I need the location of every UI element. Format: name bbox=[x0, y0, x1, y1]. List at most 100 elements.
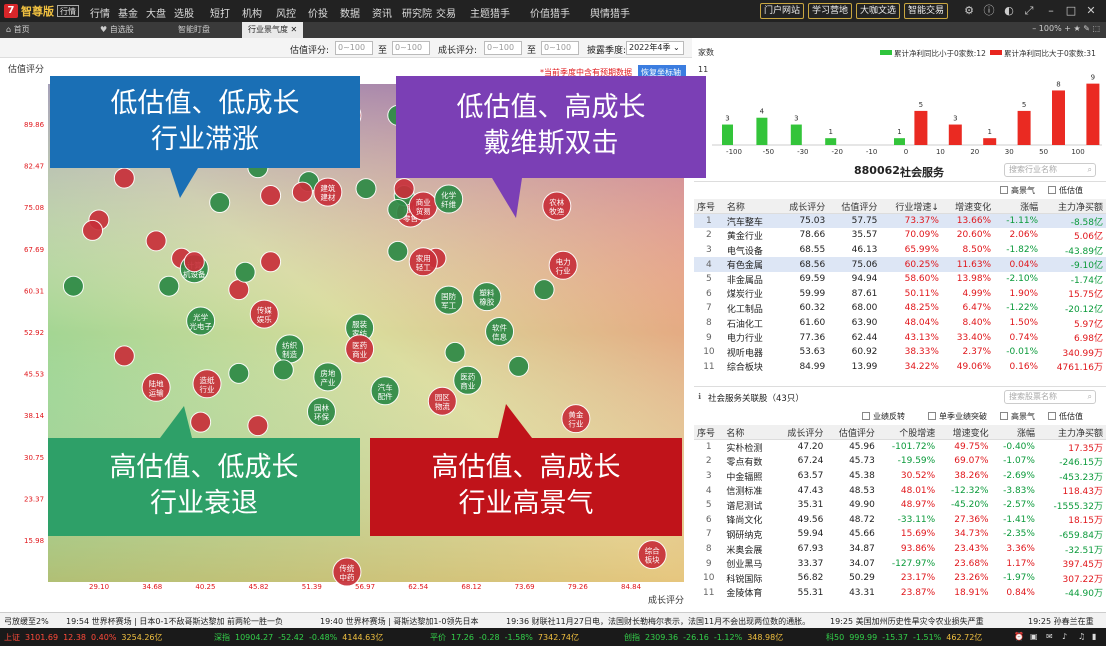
table-row[interactable]: 3 中金辐照 63.57 45.38 30.52% 38.26% -2.69% -453.23… bbox=[694, 469, 1106, 484]
tab-industry-boom[interactable]: 行业景气度 ✕ bbox=[242, 22, 304, 38]
news-ticker[interactable]: 弓放缓至2% 19:54 世界杯赛场 | 日本0-1不敌哥斯达黎加 前两轮一胜一… bbox=[0, 612, 1106, 628]
signal-icon[interactable]: ▮ bbox=[1092, 632, 1096, 641]
column-header[interactable]: 增速变化 bbox=[941, 199, 995, 215]
bubble-circle[interactable] bbox=[145, 230, 167, 252]
season-select[interactable]: 2022年4季 ⌄ bbox=[626, 41, 684, 55]
bubble-circle[interactable] bbox=[190, 411, 212, 433]
industry-bubble[interactable]: 汽车配件 bbox=[370, 376, 400, 406]
sound-icon[interactable]: ♪ bbox=[1062, 632, 1067, 641]
star-icon[interactable]: ★ bbox=[1073, 24, 1080, 33]
column-header[interactable]: 涨幅 bbox=[991, 425, 1038, 441]
bubble-circle[interactable] bbox=[533, 279, 555, 301]
industry-bubble[interactable] bbox=[113, 345, 135, 367]
table-row[interactable]: 9 电力行业 77.36 62.44 43.13% 33.40% 0.74% 6.98亿 bbox=[694, 330, 1106, 345]
industry-bubble[interactable]: 光学光电子 bbox=[186, 306, 216, 336]
industry-bubble[interactable]: 综合板块 bbox=[637, 540, 667, 570]
index-quote[interactable]: 创指 2309.36 -26.16 -1.12% 348.98亿 bbox=[624, 632, 783, 643]
menu-item[interactable]: 价值猎手 bbox=[530, 5, 570, 20]
column-header[interactable]: 估值评分 bbox=[826, 425, 878, 441]
bubble-circle[interactable] bbox=[260, 251, 282, 273]
minimize-icon[interactable]: – bbox=[1044, 4, 1058, 18]
table-row[interactable]: 2 零点有数 67.24 45.73 -19.59% 69.07% -1.07% -246.1… bbox=[694, 454, 1106, 469]
ticker-item[interactable]: 19:25 孙春兰在重 bbox=[1028, 616, 1094, 627]
industry-bubble[interactable] bbox=[444, 341, 466, 363]
table-row[interactable]: 6 锋尚文化 49.56 48.72 -33.11% 27.36% -1.41% 18.15万 bbox=[694, 513, 1106, 528]
industry-bubble[interactable]: 电力行业 bbox=[548, 250, 578, 280]
bubble-circle[interactable] bbox=[291, 181, 313, 203]
dist-bar-down[interactable] bbox=[722, 124, 733, 145]
table-row[interactable]: 10 科锐国际 56.82 50.29 23.17% 23.26% -1.97% 307.22… bbox=[694, 571, 1106, 586]
dist-bar-up[interactable] bbox=[1086, 83, 1100, 145]
industry-bubble[interactable]: 国防军工 bbox=[434, 285, 464, 315]
menu-item[interactable]: 基金 bbox=[118, 5, 138, 20]
industry-bubble[interactable] bbox=[158, 275, 180, 297]
table-row[interactable]: 1 汽车整车 75.03 57.75 73.37% 13.66% -1.11% -8.58亿 bbox=[694, 213, 1106, 229]
pin-icon[interactable]: ⬚ bbox=[1092, 24, 1100, 33]
industry-bubble[interactable]: 黄金行业 bbox=[561, 404, 591, 434]
settings-icon[interactable]: ⚙ bbox=[962, 4, 976, 18]
dist-bar-up[interactable] bbox=[1052, 90, 1065, 145]
table-row[interactable]: 4 信测标准 47.43 48.53 48.01% -12.32% -3.83% 118.43… bbox=[694, 483, 1106, 498]
bubble-circle[interactable] bbox=[260, 185, 282, 207]
industry-bubble[interactable] bbox=[145, 230, 167, 252]
skin-icon[interactable]: ◐ bbox=[1002, 4, 1016, 18]
info-icon[interactable]: ⓘ bbox=[982, 4, 996, 18]
table-row[interactable]: 4 有色金属 68.56 75.06 60.25% 11.63% 0.04% -9.10亿 bbox=[694, 257, 1106, 272]
bubble-circle[interactable] bbox=[209, 192, 231, 214]
industry-bubble[interactable] bbox=[228, 362, 250, 384]
bubble-circle[interactable] bbox=[387, 198, 409, 220]
index-quote[interactable]: 上证 3101.69 12.38 0.40% 3254.26亿 bbox=[4, 632, 163, 643]
bubble-circle[interactable] bbox=[82, 219, 104, 241]
dist-bar-up[interactable] bbox=[914, 110, 928, 145]
check-high-boom[interactable]: 高景气 bbox=[1000, 185, 1035, 196]
restore-icon[interactable]: ⤢ bbox=[1022, 4, 1036, 18]
industry-bubble[interactable] bbox=[393, 178, 415, 200]
table-row[interactable]: 11 金陵体育 55.31 43.31 23.87% 18.91% 0.84% -44.90万 bbox=[694, 586, 1106, 601]
industry-bubble[interactable] bbox=[247, 415, 269, 437]
zoom-out-icon[interactable]: – bbox=[1032, 24, 1036, 33]
bubble-circle[interactable] bbox=[183, 251, 205, 273]
valuation-max-input[interactable]: 0~100 bbox=[392, 41, 430, 55]
industry-bubble[interactable]: 化学纤维 bbox=[434, 184, 464, 214]
industry-bubble[interactable] bbox=[260, 251, 282, 273]
top-button[interactable]: 大咖文选 bbox=[856, 3, 901, 19]
column-header[interactable]: 序号 bbox=[694, 425, 724, 441]
table-row[interactable]: 2 黄金行业 78.66 35.57 70.09% 20.60% 2.06% 5.06亿 bbox=[694, 228, 1106, 243]
industry-bubble[interactable]: 园林环保 bbox=[306, 397, 336, 427]
bubble-circle[interactable] bbox=[355, 178, 377, 200]
dist-bar-up[interactable] bbox=[1017, 110, 1031, 145]
tab-watchlist[interactable]: ♥ 自选股 bbox=[100, 24, 134, 35]
industry-bubble[interactable] bbox=[387, 198, 409, 220]
bell-icon[interactable]: ♫ bbox=[1078, 632, 1085, 641]
industry-bubble[interactable]: 造纸行业 bbox=[192, 369, 222, 399]
bubble-circle[interactable] bbox=[158, 275, 180, 297]
index-quote[interactable]: 平价 17.26 -0.28 -1.58% 7342.74亿 bbox=[430, 632, 579, 643]
industry-bubble[interactable]: 医药商业 bbox=[345, 334, 375, 364]
industry-bubble[interactable] bbox=[508, 355, 530, 377]
industry-bubble[interactable] bbox=[113, 167, 135, 189]
top-button[interactable]: 门户网站 bbox=[760, 3, 805, 19]
industry-bubble[interactable] bbox=[234, 261, 256, 283]
menu-item[interactable]: 机构 bbox=[242, 5, 262, 20]
index-quote[interactable]: 深指 10904.27 -52.42 -0.48% 4144.63亿 bbox=[214, 632, 383, 643]
industry-bubble[interactable]: 园区物流 bbox=[427, 386, 457, 416]
table-row[interactable]: 8 石油化工 61.60 63.90 48.04% 8.40% 1.50% 5.97亿 bbox=[694, 316, 1106, 331]
zoom-control[interactable]: – 100% + ★ ✎ ⬚ bbox=[1032, 24, 1100, 33]
industry-bubble[interactable] bbox=[183, 251, 205, 273]
bubble-circle[interactable] bbox=[444, 341, 466, 363]
dist-bar-down[interactable] bbox=[756, 117, 768, 145]
bubble-circle[interactable] bbox=[62, 275, 84, 297]
bubble-circle[interactable] bbox=[247, 415, 269, 437]
bubble-circle[interactable] bbox=[113, 345, 135, 367]
menu-item[interactable]: 选股 bbox=[174, 5, 194, 20]
industry-bubble[interactable] bbox=[209, 192, 231, 214]
ticker-item[interactable]: 19:40 世界杯赛场 | 哥斯达黎加1-0领先日本 bbox=[320, 616, 478, 627]
menu-item[interactable]: 资讯 bbox=[372, 5, 392, 20]
bubble-circle[interactable] bbox=[272, 359, 294, 381]
industry-bubble[interactable] bbox=[387, 240, 409, 262]
menu-item[interactable]: 数据 bbox=[340, 5, 360, 20]
industry-bubble[interactable]: 房地产业 bbox=[313, 362, 343, 392]
menu-item[interactable]: 风控 bbox=[276, 5, 296, 20]
industry-bubble[interactable]: 商业贸易 bbox=[408, 191, 438, 221]
bubble-circle[interactable] bbox=[508, 355, 530, 377]
